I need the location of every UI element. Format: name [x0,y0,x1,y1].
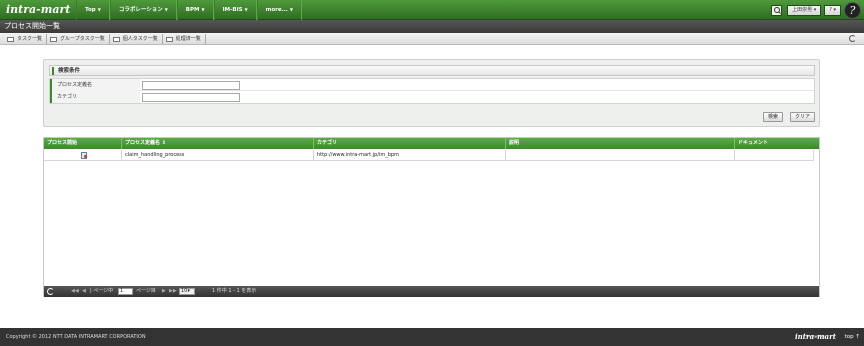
chevron-down-icon: ▼ [289,7,293,12]
process-definition-input[interactable] [142,81,240,90]
table-row[interactable]: claim_handling_process http://www.intra-… [44,150,814,161]
prev-page-icon[interactable]: ◀ [82,286,86,297]
search-button[interactable]: 検索 [763,112,784,122]
search-panel-title: 検索条件 [58,68,81,74]
intra-mart-logo[interactable]: intra-mart [6,3,70,17]
process-name-cell: claim_handling_process [122,150,314,161]
copyright: Copyright © 2012 NTT DATA INTRAMART CORP… [6,334,146,340]
footer-logo: intra-mart [795,332,836,341]
chevron-down-icon: ▼ [97,7,101,12]
tab-processed-list[interactable]: 処理済一覧 [163,34,206,44]
column-header-document[interactable]: ドキュメント [735,138,819,149]
first-page-icon[interactable]: ◀◀ [71,286,79,297]
help-icon[interactable]: ? [844,1,861,19]
nav-top[interactable]: Top ▼ [76,0,110,20]
footer: Copyright © 2012 NTT DATA INTRAMART CORP… [0,328,864,346]
page-prefix: | ページ中 [90,288,114,294]
nav-collaboration[interactable]: コラボレーション ▼ [109,0,177,20]
chevron-down-icon: ▼ [244,7,248,12]
chevron-down-icon: ▼ [201,7,205,12]
form-row: カテゴリ [50,91,814,103]
column-header-category[interactable]: カテゴリ [314,138,506,149]
category-input[interactable] [142,93,240,102]
column-header-process-name[interactable]: プロセス定義名 ⇕ [122,138,314,149]
next-page-icon[interactable]: ▶ [162,286,166,297]
refresh-icon[interactable] [849,35,856,42]
window-icon [7,36,14,42]
chevron-down-icon: ▾ [813,6,817,13]
logo-text: intra-mart [6,3,71,16]
top-nav-bar: intra-mart Top ▼ コラボレーション ▼ BPM ▼ IM-BIS ▼ m… [0,0,864,20]
process-start-cell [44,150,122,161]
tabs: タスク一覧 グループタスク一覧 個人タスク一覧 処理済一覧 [4,34,206,44]
window-icon [165,36,173,42]
header-accent [52,67,54,75]
start-process-icon[interactable] [81,152,87,159]
tab-group-task-list[interactable]: グループタスク一覧 [47,34,110,44]
user-menu-button[interactable]: 上田崇男 ▾ [787,4,822,16]
page-suffix: ページ目 [136,288,156,294]
record-summary: 1 件中 1 - 1 を表示 [212,288,257,294]
nav-more[interactable]: more... ▼ [256,0,302,20]
search-panel-header[interactable]: 検索条件 [49,65,815,76]
tab-personal-task-list[interactable]: 個人タスク一覧 [110,34,163,44]
form-row: プロセス定義名 [50,79,814,91]
page-size-select[interactable]: 10▾ [179,288,195,295]
process-grid: プロセス開始 プロセス定義名 ⇕ カテゴリ 説明 ドキュメント claim_ha… [43,137,820,297]
document-cell [735,150,814,161]
help-menu-button[interactable]: ? ▾ [824,4,841,16]
chevron-down-icon: ▾ [833,6,836,13]
column-header-process-start[interactable]: プロセス開始 [44,138,122,149]
tab-task-list[interactable]: タスク一覧 [4,34,48,44]
page-title: プロセス開始一覧 [4,22,60,30]
page-number-input[interactable]: 1 [118,288,133,295]
last-page-icon[interactable]: ▶▶ [169,286,177,297]
category-label: カテゴリ [50,91,140,103]
search-form: プロセス定義名 カテゴリ [49,78,815,104]
tab-bar: タスク一覧 グループタスク一覧 個人タスク一覧 処理済一覧 [0,33,864,45]
process-definition-label: プロセス定義名 [50,79,140,91]
main-nav: Top ▼ コラボレーション ▼ BPM ▼ IM-BIS ▼ more... ▼ [76,0,302,20]
top-link[interactable]: top ↑ [845,328,860,346]
window-icon [50,36,58,42]
nav-bpm[interactable]: BPM ▼ [176,0,214,20]
nav-im-bis[interactable]: IM-BIS ▼ [213,0,257,20]
pager: ◀◀ ◀ | ページ中 1 ページ目 ▶ ▶▶ 10▾ 1 件中 1 - 1 を… [44,286,819,297]
grid-header: プロセス開始 プロセス定義名 ⇕ カテゴリ 説明 ドキュメント [44,138,819,149]
search-icon[interactable] [771,4,783,16]
window-icon [112,36,120,42]
chevron-down-icon: ▼ [164,7,168,12]
category-cell: http://www.intra-mart.jp/im_bpm [314,150,506,161]
column-header-description[interactable]: 説明 [506,138,735,149]
refresh-icon[interactable] [47,288,54,295]
title-bar: プロセス開始一覧 [0,20,864,33]
description-cell [506,150,735,161]
clear-button[interactable]: クリア [790,112,816,122]
search-panel: 検索条件 プロセス定義名 カテゴリ 検索 クリア [43,59,820,127]
top-right-tools: 上田崇男 ▾ ? ▾ ? [771,0,864,20]
